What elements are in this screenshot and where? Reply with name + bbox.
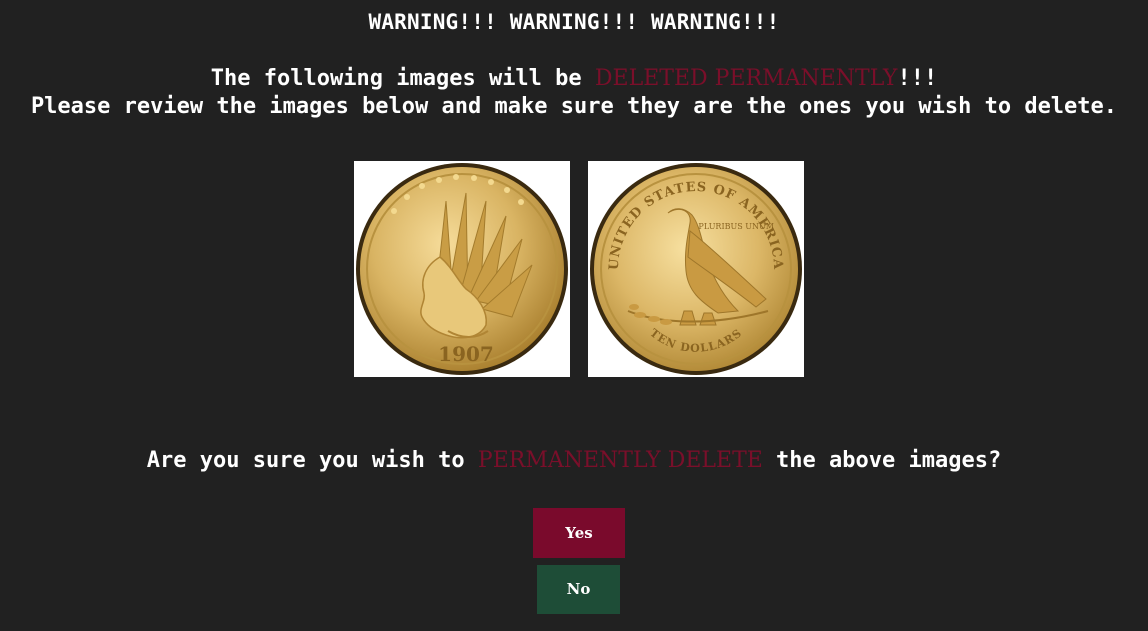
confirm-question-prefix: Are you sure you wish to — [146, 448, 478, 473]
warning-title: WARNING!!! WARNING!!! WARNING!!! — [368, 10, 780, 34]
delete-notice: The following images will be DELETED PER… — [0, 66, 1148, 91]
delete-notice-prefix: The following images will be — [210, 66, 595, 91]
image-preview-coin-obverse: 1907 — [354, 161, 570, 377]
confirm-question-suffix: the above images? — [762, 448, 1002, 473]
confirm-question: Are you sure you wish to PERMANENTLY DEL… — [0, 448, 1148, 473]
image-preview-coin-reverse: UNITED STATES OF AMERICA E PLURIBUS UNUM — [588, 161, 804, 377]
image-preview-list: 1907 UNITED STATES OF AMERICA E PLURIBUS… — [354, 161, 804, 377]
no-cancel-button[interactable]: No — [537, 565, 620, 614]
coin-obverse-image: 1907 — [356, 163, 568, 375]
delete-confirmation-page: WARNING!!! WARNING!!! WARNING!!! The fol… — [0, 0, 1148, 631]
coin-motto: E PLURIBUS UNUM — [690, 222, 774, 231]
delete-notice-danger: DELETED PERMANENTLY — [594, 66, 898, 91]
yes-delete-button[interactable]: Yes — [533, 508, 625, 558]
delete-notice-suffix: !!! — [897, 66, 938, 91]
confirm-question-danger: PERMANENTLY DELETE — [477, 448, 763, 473]
review-instructions: Please review the images below and make … — [30, 94, 1118, 119]
coin-reverse-image: UNITED STATES OF AMERICA E PLURIBUS UNUM — [590, 163, 802, 375]
coin-year: 1907 — [438, 342, 494, 366]
